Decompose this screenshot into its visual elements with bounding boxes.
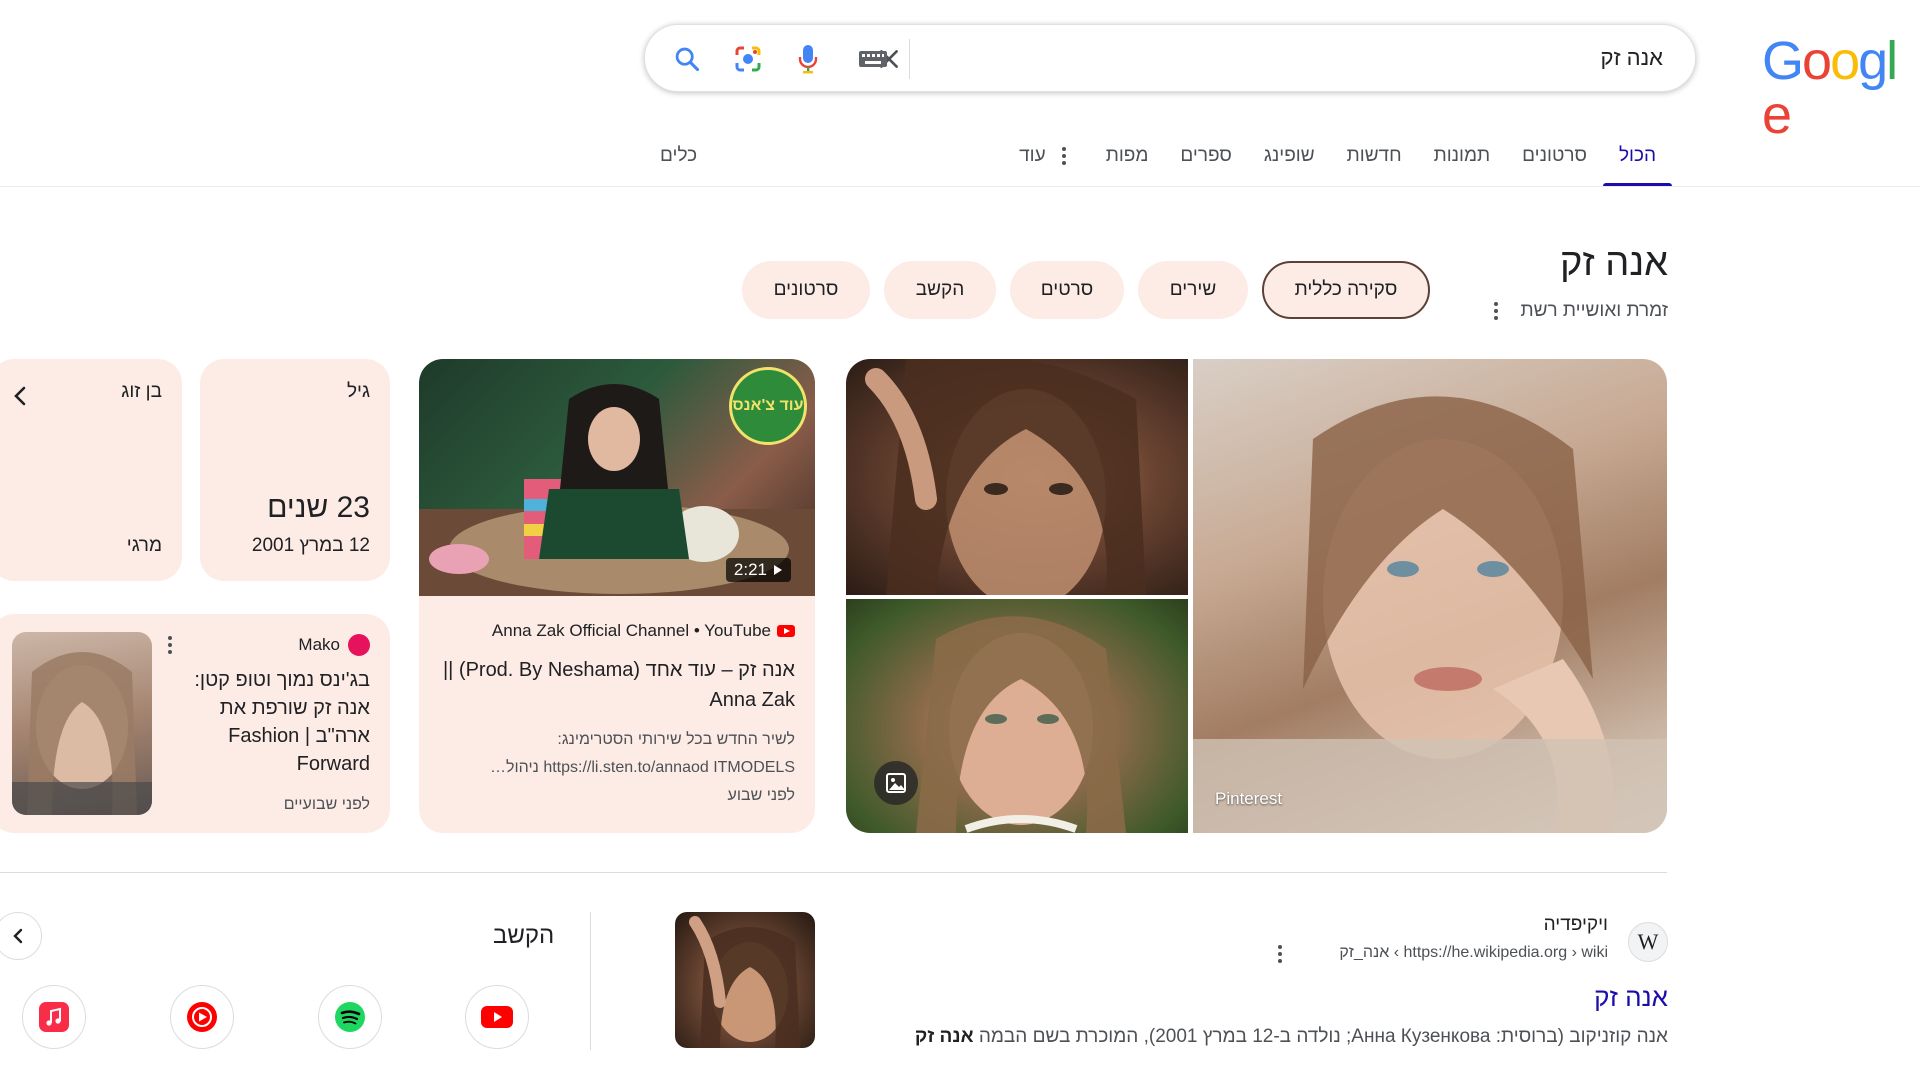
video-badge: עוד צ'אנס xyxy=(729,367,807,445)
tab-shopping[interactable]: שופינג xyxy=(1248,138,1331,186)
logo-letter: e xyxy=(1762,85,1792,145)
fact-age-value: 23 שנים xyxy=(267,491,370,524)
result-snippet-text: אנה קוזניקוב (ברוסית: Анна Кузенкова; נו… xyxy=(973,1026,1668,1047)
logo-letter: g xyxy=(1858,31,1888,91)
microphone-icon[interactable] xyxy=(790,41,826,77)
google-lens-icon[interactable] xyxy=(730,41,766,77)
chip-songs[interactable]: שירים xyxy=(1138,261,1248,319)
video-desc-line-2: https://li.sten.to/annaod ITMODELS ניהול… xyxy=(490,759,795,776)
chevron-left-icon[interactable] xyxy=(12,385,28,412)
entity-chips: סקירה כללית שירים סרטים הקשב סרטונים xyxy=(742,261,1430,319)
entity-subtitle: זמרת ואושיית רשת xyxy=(1486,300,1668,322)
news-title[interactable]: בג'ינס נמוך וטופ קטן: אנה זק שורפת את אר… xyxy=(190,666,370,778)
news-more-icon[interactable] xyxy=(160,636,180,654)
news-source: Mako xyxy=(298,634,370,656)
chevron-left-icon xyxy=(13,928,23,944)
result-snippet-bold: אנה זק xyxy=(914,1026,974,1047)
video-title[interactable]: אנה זק – עוד אחד (Prod. By Neshama) || A… xyxy=(439,655,795,715)
play-icon xyxy=(774,565,782,575)
video-desc-line-1: לשיר החדש בכל שירותי הסטרימינג: xyxy=(557,731,795,748)
search-input[interactable]: אנה זק xyxy=(1600,45,1663,71)
search-icon[interactable] xyxy=(669,41,705,77)
logo-letter: G xyxy=(1762,31,1804,91)
video-time: לפני שבוע xyxy=(727,787,795,804)
carousel-prev-button[interactable] xyxy=(0,912,42,960)
tab-more[interactable]: עוד xyxy=(1003,138,1090,186)
video-thumbnail[interactable]: עוד צ'אנס 2:21 xyxy=(419,359,815,596)
listen-title: הקשב xyxy=(493,922,555,949)
tab-news[interactable]: חדשות xyxy=(1331,138,1418,186)
fact-age-date: 12 במרץ 2001 xyxy=(251,535,370,556)
tab-all[interactable]: הכול xyxy=(1602,138,1673,186)
wikipedia-icon: W xyxy=(1628,922,1668,962)
image-thumb-2[interactable] xyxy=(846,599,1188,833)
tab-more-label: עוד xyxy=(1019,145,1046,166)
tab-images[interactable]: תמונות xyxy=(1418,138,1507,186)
search-box[interactable]: אנה זק xyxy=(644,24,1696,92)
news-card[interactable]: Mako בג'ינס נמוך וטופ קטן: אנה זק שורפת … xyxy=(0,614,390,833)
tools-button[interactable]: כלים xyxy=(660,138,697,174)
chip-movies[interactable]: סרטים xyxy=(1010,261,1124,319)
chip-overview[interactable]: סקירה כללית xyxy=(1262,261,1430,319)
keyboard-icon[interactable] xyxy=(855,41,891,77)
video-source-text: Anna Zak Official Channel • YouTube xyxy=(491,621,771,640)
search-divider xyxy=(909,39,910,79)
news-source-text: Mako xyxy=(298,635,340,654)
result-url[interactable]: https://he.wikipedia.org › wiki › אנה_זק xyxy=(1339,944,1608,962)
tab-books[interactable]: ספרים xyxy=(1164,138,1247,186)
image-icon xyxy=(886,773,906,793)
fact-card-spouse[interactable]: בן זוג מרגי xyxy=(0,359,182,581)
result-thumbnail[interactable] xyxy=(675,912,815,1048)
result-title[interactable]: אנה זק xyxy=(1594,982,1668,1013)
tab-maps[interactable]: מפות xyxy=(1090,138,1165,186)
logo-letter: o xyxy=(1830,31,1860,91)
tabs-divider xyxy=(0,186,1920,187)
video-description: לשיר החדש בכל שירותי הסטרימינג: https://… xyxy=(435,726,795,782)
result-snippet: אנה קוזניקוב (ברוסית: Анна Кузенкова; נו… xyxy=(915,1026,1668,1048)
fact-age-label: גיל xyxy=(346,381,370,402)
listen-divider xyxy=(590,912,591,1050)
video-duration: 2:21 xyxy=(725,558,791,582)
spotify-icon[interactable] xyxy=(318,985,382,1049)
fact-spouse-value: מרגי xyxy=(126,535,162,556)
youtube-icon[interactable] xyxy=(465,985,529,1049)
apple-music-icon[interactable] xyxy=(22,985,86,1049)
entity-more-icon[interactable] xyxy=(1486,302,1506,320)
youtube-music-icon[interactable] xyxy=(170,985,234,1049)
logo-letter: o xyxy=(1802,31,1832,91)
tab-videos[interactable]: סרטונים xyxy=(1506,138,1603,186)
more-icon xyxy=(1054,138,1074,174)
google-logo[interactable]: Googl e xyxy=(1762,34,1920,142)
video-duration-text: 2:21 xyxy=(733,560,767,579)
entity-subtitle-text: זמרת ואושיית רשת xyxy=(1520,300,1668,321)
video-card[interactable]: עוד צ'אנס 2:21 Anna Zak Official Channel… xyxy=(419,359,815,833)
chip-videos[interactable]: סרטונים xyxy=(742,261,870,319)
result-site-name[interactable]: ויקיפדיה xyxy=(1544,914,1608,936)
image-search-button[interactable] xyxy=(874,761,918,805)
logo-letter: l xyxy=(1886,31,1898,91)
result-more-icon[interactable] xyxy=(1270,945,1290,963)
search-tabs: הכול סרטונים תמונות חדשות שופינג ספרים מ… xyxy=(1003,138,1673,188)
section-divider xyxy=(0,872,1667,873)
mako-icon xyxy=(348,634,370,656)
entity-title: אנה זק xyxy=(1560,242,1668,284)
image-source-label: Pinterest xyxy=(1215,789,1283,808)
news-time: לפני שבועיים xyxy=(283,796,370,813)
fact-card-age[interactable]: גיל 23 שנים 12 במרץ 2001 xyxy=(200,359,390,581)
video-source: Anna Zak Official Channel • YouTube xyxy=(492,621,795,641)
news-image xyxy=(12,632,152,815)
fact-spouse-label: בן זוג xyxy=(121,381,162,402)
youtube-icon xyxy=(777,625,795,637)
main-image[interactable]: Pinterest xyxy=(1193,359,1667,833)
chip-listen[interactable]: הקשב xyxy=(884,261,996,319)
image-thumb-1[interactable] xyxy=(846,359,1188,595)
